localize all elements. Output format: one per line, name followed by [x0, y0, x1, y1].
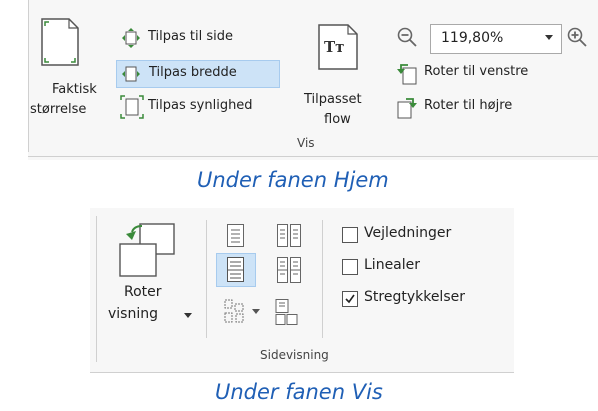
rotate-view-chevron-down-icon[interactable]	[184, 313, 192, 318]
rotate-left-button[interactable]: Roter til venstre	[394, 60, 590, 86]
reflow-label-2: flow	[324, 112, 351, 127]
fit-page-label: Tilpas til side	[148, 29, 233, 44]
line-weights-label: Stregtykkelser	[364, 289, 465, 305]
actual-size-label-2: størrelse	[30, 102, 87, 117]
line-weights-checkbox-row[interactable]: Stregtykkelser	[342, 288, 507, 310]
guides-checkbox[interactable]	[342, 227, 358, 243]
bottom-ribbon-left-border	[96, 216, 97, 362]
actual-size-icon	[41, 18, 79, 66]
fit-visibility-label: Tilpas synlighed	[148, 98, 253, 113]
two-page-icon[interactable]	[276, 223, 302, 249]
rulers-checkbox[interactable]	[342, 259, 358, 275]
reflow-icon-text: Tт	[324, 38, 345, 56]
rulers-checkbox-row[interactable]: Linealer	[342, 256, 502, 278]
rotate-right-label: Roter til højre	[424, 98, 513, 113]
bottom-ribbon-separator	[90, 372, 514, 373]
rotate-view-label-1: Roter	[124, 284, 162, 300]
guides-checkbox-row[interactable]: Vejledninger	[342, 224, 502, 246]
checkmark-icon	[345, 294, 355, 304]
split-page-icon[interactable]	[222, 298, 246, 324]
reflow-button[interactable]: Tт Tilpasset flow	[300, 18, 376, 146]
zoom-in-icon[interactable]	[566, 26, 588, 48]
continuous-page-button[interactable]	[216, 253, 256, 287]
fit-visibility-icon	[120, 95, 144, 119]
chevron-down-icon[interactable]	[545, 35, 553, 40]
fit-width-button[interactable]: Tilpas bredde	[116, 60, 280, 88]
continuous-page-icon	[227, 257, 244, 282]
single-page-icon[interactable]	[226, 223, 246, 249]
fit-width-icon	[122, 66, 140, 82]
top-ribbon-separator	[28, 156, 598, 157]
zoom-out-icon[interactable]	[396, 26, 418, 48]
actual-size-button[interactable]: Faktisk størrelse	[30, 14, 110, 144]
fit-page-icon	[122, 28, 140, 48]
fit-page-button[interactable]: Tilpas til side	[118, 26, 274, 50]
caption-top: Under fanen Hjem	[197, 168, 389, 192]
caption-bottom: Under fanen Vis	[215, 380, 383, 404]
actual-size-label-1: Faktisk	[52, 82, 97, 97]
guides-label: Vejledninger	[364, 225, 452, 241]
top-group-label: Vis	[297, 136, 315, 150]
rotate-right-button[interactable]: Roter til højre	[394, 94, 590, 120]
fit-width-label: Tilpas bredde	[149, 65, 237, 80]
top-ribbon-left-border	[28, 0, 29, 152]
rotate-left-label: Roter til venstre	[424, 64, 529, 79]
cover-page-icon[interactable]	[274, 298, 300, 326]
zoom-value: 119,80%	[441, 30, 504, 46]
group-divider	[206, 220, 207, 338]
rotate-view-label-2: visning	[108, 306, 158, 322]
rotate-left-icon	[397, 64, 417, 85]
line-weights-checkbox[interactable]	[342, 291, 358, 307]
split-page-chevron-down-icon[interactable]	[252, 309, 260, 314]
rotate-view-icon	[119, 223, 175, 277]
fit-visibility-button[interactable]: Tilpas synlighed	[118, 94, 292, 120]
rulers-label: Linealer	[364, 257, 421, 273]
bottom-group-label: Sidevisning	[260, 348, 329, 362]
rotate-right-icon	[397, 98, 417, 119]
group-divider-2	[322, 220, 323, 338]
reflow-label-1: Tilpasset	[304, 92, 362, 107]
two-page-continuous-icon[interactable]	[276, 256, 302, 284]
rotate-view-button[interactable]: Roter visning	[104, 218, 198, 344]
zoom-select[interactable]: 119,80%	[430, 24, 562, 54]
